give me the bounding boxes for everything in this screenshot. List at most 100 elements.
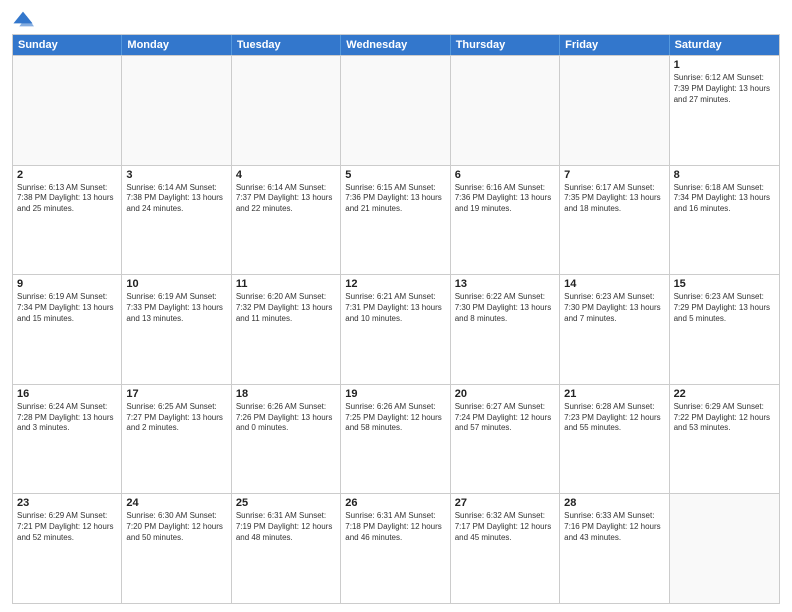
calendar-cell: 7 Sunrise: 6:17 AM Sunset: 7:35 PM Daylig… <box>560 166 669 275</box>
day-number: 28 <box>564 497 664 509</box>
calendar-row-4: 23 Sunrise: 6:29 AM Sunset: 7:21 PM Dayli… <box>13 493 779 603</box>
calendar-cell: 2 Sunrise: 6:13 AM Sunset: 7:38 PM Daylig… <box>13 166 122 275</box>
day-header-friday: Friday <box>560 35 669 55</box>
day-header-sunday: Sunday <box>13 35 122 55</box>
calendar-cell: 10Sunrise: 6:19 AM Sunset: 7:33 PM Dayli… <box>122 275 231 384</box>
cell-info: Sunrise: 6:14 AM Sunset: 7:38 PM Dayligh… <box>126 183 226 215</box>
day-number: 6 <box>455 169 555 181</box>
calendar-cell: 11Sunrise: 6:20 AM Sunset: 7:32 PM Dayli… <box>232 275 341 384</box>
cell-info: Sunrise: 6:16 AM Sunset: 7:36 PM Dayligh… <box>455 183 555 215</box>
day-number: 1 <box>674 59 775 71</box>
calendar-cell: 25 Sunrise: 6:31 AM Sunset: 7:19 PM Dayli… <box>232 494 341 603</box>
calendar-cell: 3 Sunrise: 6:14 AM Sunset: 7:38 PM Daylig… <box>122 166 231 275</box>
day-number: 8 <box>674 169 775 181</box>
day-number: 19 <box>345 388 445 400</box>
logo-icon <box>12 10 34 28</box>
cell-info: Sunrise: 6:29 AM Sunset: 7:21 PM Dayligh… <box>17 511 117 543</box>
calendar-row-1: 2 Sunrise: 6:13 AM Sunset: 7:38 PM Daylig… <box>13 165 779 275</box>
day-number: 18 <box>236 388 336 400</box>
calendar-cell: 21 Sunrise: 6:28 AM Sunset: 7:23 PM Dayli… <box>560 385 669 494</box>
day-number: 24 <box>126 497 226 509</box>
calendar-cell: 9Sunrise: 6:19 AM Sunset: 7:34 PM Daylig… <box>13 275 122 384</box>
cell-info: Sunrise: 6:20 AM Sunset: 7:32 PM Dayligh… <box>236 292 336 324</box>
day-number: 7 <box>564 169 664 181</box>
day-header-tuesday: Tuesday <box>232 35 341 55</box>
day-header-wednesday: Wednesday <box>341 35 450 55</box>
calendar-row-3: 16 Sunrise: 6:24 AM Sunset: 7:28 PM Dayli… <box>13 384 779 494</box>
day-number: 16 <box>17 388 117 400</box>
calendar-cell: 28 Sunrise: 6:33 AM Sunset: 7:16 PM Dayli… <box>560 494 669 603</box>
calendar-header: SundayMondayTuesdayWednesdayThursdayFrid… <box>13 35 779 55</box>
calendar-body: 1Sunrise: 6:12 AM Sunset: 7:39 PM Daylig… <box>13 55 779 603</box>
calendar-cell <box>232 56 341 165</box>
calendar-cell <box>122 56 231 165</box>
calendar-cell: 22 Sunrise: 6:29 AM Sunset: 7:22 PM Dayli… <box>670 385 779 494</box>
calendar-cell <box>560 56 669 165</box>
calendar-cell: 24 Sunrise: 6:30 AM Sunset: 7:20 PM Dayli… <box>122 494 231 603</box>
cell-info: Sunrise: 6:13 AM Sunset: 7:38 PM Dayligh… <box>17 183 117 215</box>
cell-info: Sunrise: 6:15 AM Sunset: 7:36 PM Dayligh… <box>345 183 445 215</box>
header <box>12 10 780 28</box>
calendar-cell: 14 Sunrise: 6:23 AM Sunset: 7:30 PM Dayli… <box>560 275 669 384</box>
calendar-cell: 15 Sunrise: 6:23 AM Sunset: 7:29 PM Dayli… <box>670 275 779 384</box>
day-number: 14 <box>564 278 664 290</box>
cell-info: Sunrise: 6:29 AM Sunset: 7:22 PM Dayligh… <box>674 402 775 434</box>
day-number: 26 <box>345 497 445 509</box>
cell-info: Sunrise: 6:19 AM Sunset: 7:34 PM Dayligh… <box>17 292 117 324</box>
calendar-cell <box>341 56 450 165</box>
day-number: 12 <box>345 278 445 290</box>
calendar-cell: 6 Sunrise: 6:16 AM Sunset: 7:36 PM Daylig… <box>451 166 560 275</box>
cell-info: Sunrise: 6:23 AM Sunset: 7:29 PM Dayligh… <box>674 292 775 324</box>
cell-info: Sunrise: 6:27 AM Sunset: 7:24 PM Dayligh… <box>455 402 555 434</box>
page: SundayMondayTuesdayWednesdayThursdayFrid… <box>0 0 792 612</box>
day-number: 10 <box>126 278 226 290</box>
day-number: 23 <box>17 497 117 509</box>
day-number: 2 <box>17 169 117 181</box>
cell-info: Sunrise: 6:25 AM Sunset: 7:27 PM Dayligh… <box>126 402 226 434</box>
calendar-cell: 16 Sunrise: 6:24 AM Sunset: 7:28 PM Dayli… <box>13 385 122 494</box>
calendar-cell: 19Sunrise: 6:26 AM Sunset: 7:25 PM Dayli… <box>341 385 450 494</box>
cell-info: Sunrise: 6:31 AM Sunset: 7:19 PM Dayligh… <box>236 511 336 543</box>
calendar-cell <box>13 56 122 165</box>
cell-info: Sunrise: 6:18 AM Sunset: 7:34 PM Dayligh… <box>674 183 775 215</box>
cell-info: Sunrise: 6:23 AM Sunset: 7:30 PM Dayligh… <box>564 292 664 324</box>
calendar-cell: 20 Sunrise: 6:27 AM Sunset: 7:24 PM Dayli… <box>451 385 560 494</box>
day-number: 5 <box>345 169 445 181</box>
cell-info: Sunrise: 6:21 AM Sunset: 7:31 PM Dayligh… <box>345 292 445 324</box>
calendar-cell: 12 Sunrise: 6:21 AM Sunset: 7:31 PM Dayli… <box>341 275 450 384</box>
calendar-cell: 27 Sunrise: 6:32 AM Sunset: 7:17 PM Dayli… <box>451 494 560 603</box>
calendar-row-2: 9Sunrise: 6:19 AM Sunset: 7:34 PM Daylig… <box>13 274 779 384</box>
day-number: 15 <box>674 278 775 290</box>
calendar-cell <box>670 494 779 603</box>
cell-info: Sunrise: 6:30 AM Sunset: 7:20 PM Dayligh… <box>126 511 226 543</box>
day-number: 22 <box>674 388 775 400</box>
day-number: 3 <box>126 169 226 181</box>
cell-info: Sunrise: 6:14 AM Sunset: 7:37 PM Dayligh… <box>236 183 336 215</box>
day-number: 13 <box>455 278 555 290</box>
day-number: 20 <box>455 388 555 400</box>
cell-info: Sunrise: 6:31 AM Sunset: 7:18 PM Dayligh… <box>345 511 445 543</box>
cell-info: Sunrise: 6:17 AM Sunset: 7:35 PM Dayligh… <box>564 183 664 215</box>
calendar-cell: 26 Sunrise: 6:31 AM Sunset: 7:18 PM Dayli… <box>341 494 450 603</box>
logo <box>12 10 38 28</box>
calendar-cell: 5 Sunrise: 6:15 AM Sunset: 7:36 PM Daylig… <box>341 166 450 275</box>
day-number: 25 <box>236 497 336 509</box>
calendar-row-0: 1Sunrise: 6:12 AM Sunset: 7:39 PM Daylig… <box>13 55 779 165</box>
calendar-cell: 8 Sunrise: 6:18 AM Sunset: 7:34 PM Daylig… <box>670 166 779 275</box>
calendar-cell: 13 Sunrise: 6:22 AM Sunset: 7:30 PM Dayli… <box>451 275 560 384</box>
cell-info: Sunrise: 6:22 AM Sunset: 7:30 PM Dayligh… <box>455 292 555 324</box>
cell-info: Sunrise: 6:24 AM Sunset: 7:28 PM Dayligh… <box>17 402 117 434</box>
day-header-saturday: Saturday <box>670 35 779 55</box>
day-number: 21 <box>564 388 664 400</box>
day-header-monday: Monday <box>122 35 231 55</box>
cell-info: Sunrise: 6:32 AM Sunset: 7:17 PM Dayligh… <box>455 511 555 543</box>
calendar: SundayMondayTuesdayWednesdayThursdayFrid… <box>12 34 780 604</box>
calendar-cell: 4 Sunrise: 6:14 AM Sunset: 7:37 PM Daylig… <box>232 166 341 275</box>
calendar-cell: 18 Sunrise: 6:26 AM Sunset: 7:26 PM Dayli… <box>232 385 341 494</box>
cell-info: Sunrise: 6:26 AM Sunset: 7:26 PM Dayligh… <box>236 402 336 434</box>
cell-info: Sunrise: 6:33 AM Sunset: 7:16 PM Dayligh… <box>564 511 664 543</box>
day-number: 27 <box>455 497 555 509</box>
day-header-thursday: Thursday <box>451 35 560 55</box>
cell-info: Sunrise: 6:28 AM Sunset: 7:23 PM Dayligh… <box>564 402 664 434</box>
day-number: 4 <box>236 169 336 181</box>
